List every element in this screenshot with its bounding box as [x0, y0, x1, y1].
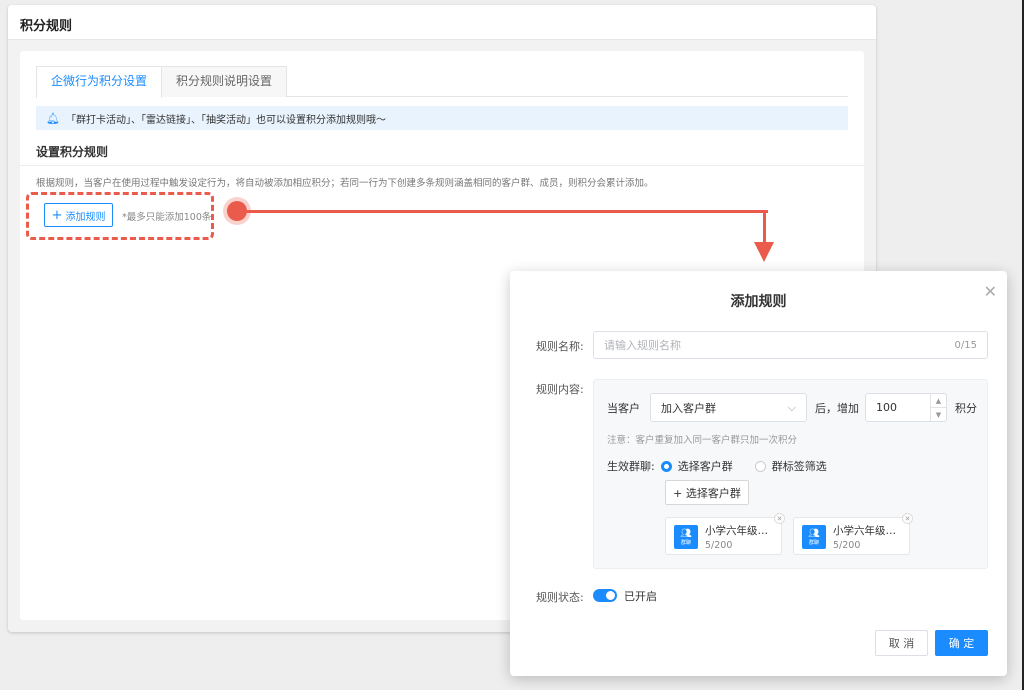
page-title: 积分规则	[8, 5, 876, 40]
remove-group-icon[interactable]: ✕	[774, 513, 785, 524]
rule-content-label: 规则内容:	[536, 383, 584, 396]
increment-icon[interactable]: ▲	[931, 394, 946, 407]
rule-status-text: 已开启	[624, 590, 657, 603]
group-chat-icon: 👥︎ 群聊	[674, 525, 698, 549]
duplicate-note: 注意：客户重复加入同一客户群只加一次积分	[607, 435, 798, 446]
annotation-arrow-icon	[754, 242, 774, 262]
tab-points-rule-description[interactable]: 积分规则说明设置	[161, 66, 288, 97]
rule-name-input[interactable]: 请输入规则名称 0/15	[593, 331, 988, 359]
notice-banner: 🔔︎ 「群打卡活动」、「雷达链接」、「抽奖活动」也可以设置积分添加规则哦～	[36, 106, 848, 130]
rule-content-box: 当客户 加入客户群 ⌵ 后，增加 100 ▲ ▼ 积分 注意：客户重复加入同一客…	[593, 379, 988, 569]
rule-status-toggle[interactable]	[593, 589, 617, 602]
annotation-dot	[227, 201, 247, 221]
radio-checked-icon	[660, 460, 672, 472]
points-unit: 积分	[955, 401, 977, 415]
group-card: 👥︎ 群聊 小学六年级… 5/200 ✕	[665, 513, 785, 555]
cancel-button[interactable]: 取 消	[875, 630, 928, 656]
toggle-knob	[606, 591, 615, 600]
section-description: 根据规则，当客户在使用过程中触发设定行为，将自动被添加相应积分；若同一行为下创建…	[36, 178, 654, 189]
group-card: 👥︎ 群聊 小学六年级… 5/200 ✕	[793, 513, 913, 555]
group-chat-tag: 群聊	[680, 539, 691, 546]
action-select[interactable]: 加入客户群 ⌵	[650, 393, 807, 422]
rule-name-counter: 0/15	[954, 339, 977, 351]
rule-name-label: 规则名称:	[536, 340, 584, 353]
stepper-controls: ▲ ▼	[930, 394, 946, 421]
annotation-line-vertical	[763, 210, 766, 244]
decrement-icon[interactable]: ▼	[931, 407, 946, 421]
rule-status-label: 规则状态:	[536, 591, 584, 604]
group-name: 小学六年级…	[705, 525, 768, 537]
radio-group-tag-filter-label: 群标签筛选	[771, 460, 827, 473]
section-title: 设置积分规则	[36, 145, 109, 159]
action-select-value: 加入客户群	[661, 401, 716, 415]
divider	[20, 165, 864, 166]
effective-groups-row: 生效群聊: 选择客户群 群标签筛选	[607, 458, 827, 474]
annotation-line	[246, 210, 768, 213]
highlight-dashed-box	[26, 192, 214, 240]
group-name: 小学六年级…	[833, 525, 896, 537]
dialog-title: 添加规则	[730, 294, 787, 310]
radio-unchecked-icon	[754, 460, 766, 472]
radio-group-tag-filter[interactable]: 群标签筛选	[754, 458, 827, 474]
select-customer-group-button[interactable]: + 选择客户群	[665, 480, 749, 505]
group-chat-icon: 👥︎ 群聊	[802, 525, 826, 549]
tab-wecom-behavior-points[interactable]: 企微行为积分设置	[36, 66, 163, 98]
confirm-button[interactable]: 确 定	[935, 630, 988, 656]
radio-select-groups[interactable]: 选择客户群	[660, 458, 733, 474]
rule-name-placeholder: 请输入规则名称	[604, 339, 681, 352]
rule-condition-row: 当客户 加入客户群 ⌵ 后，增加 100 ▲ ▼ 积分	[607, 393, 977, 422]
close-icon[interactable]: ✕	[984, 282, 997, 301]
remove-group-icon[interactable]: ✕	[902, 513, 913, 524]
notice-text: 「群打卡活动」、「雷达链接」、「抽奖活动」也可以设置积分添加规则哦～	[65, 114, 386, 126]
after-increase-text: 后，增加	[815, 401, 859, 415]
points-stepper[interactable]: 100 ▲ ▼	[865, 393, 947, 422]
points-value: 100	[876, 401, 897, 414]
tab-bar: 企微行为积分设置 积分规则说明设置	[36, 66, 848, 98]
effective-groups-label: 生效群聊:	[607, 460, 655, 473]
radio-select-groups-label: 选择客户群	[677, 460, 733, 473]
bell-icon: 🔔︎	[46, 111, 60, 125]
chevron-down-icon: ⌵	[787, 400, 796, 414]
group-size: 5/200	[833, 540, 861, 551]
group-chat-tag: 群聊	[808, 539, 819, 546]
add-rule-dialog: 添加规则 ✕ 规则名称: 请输入规则名称 0/15 规则内容: 当客户 加入客户…	[510, 271, 1007, 676]
group-size: 5/200	[705, 540, 733, 551]
when-customer-text: 当客户	[607, 401, 640, 415]
